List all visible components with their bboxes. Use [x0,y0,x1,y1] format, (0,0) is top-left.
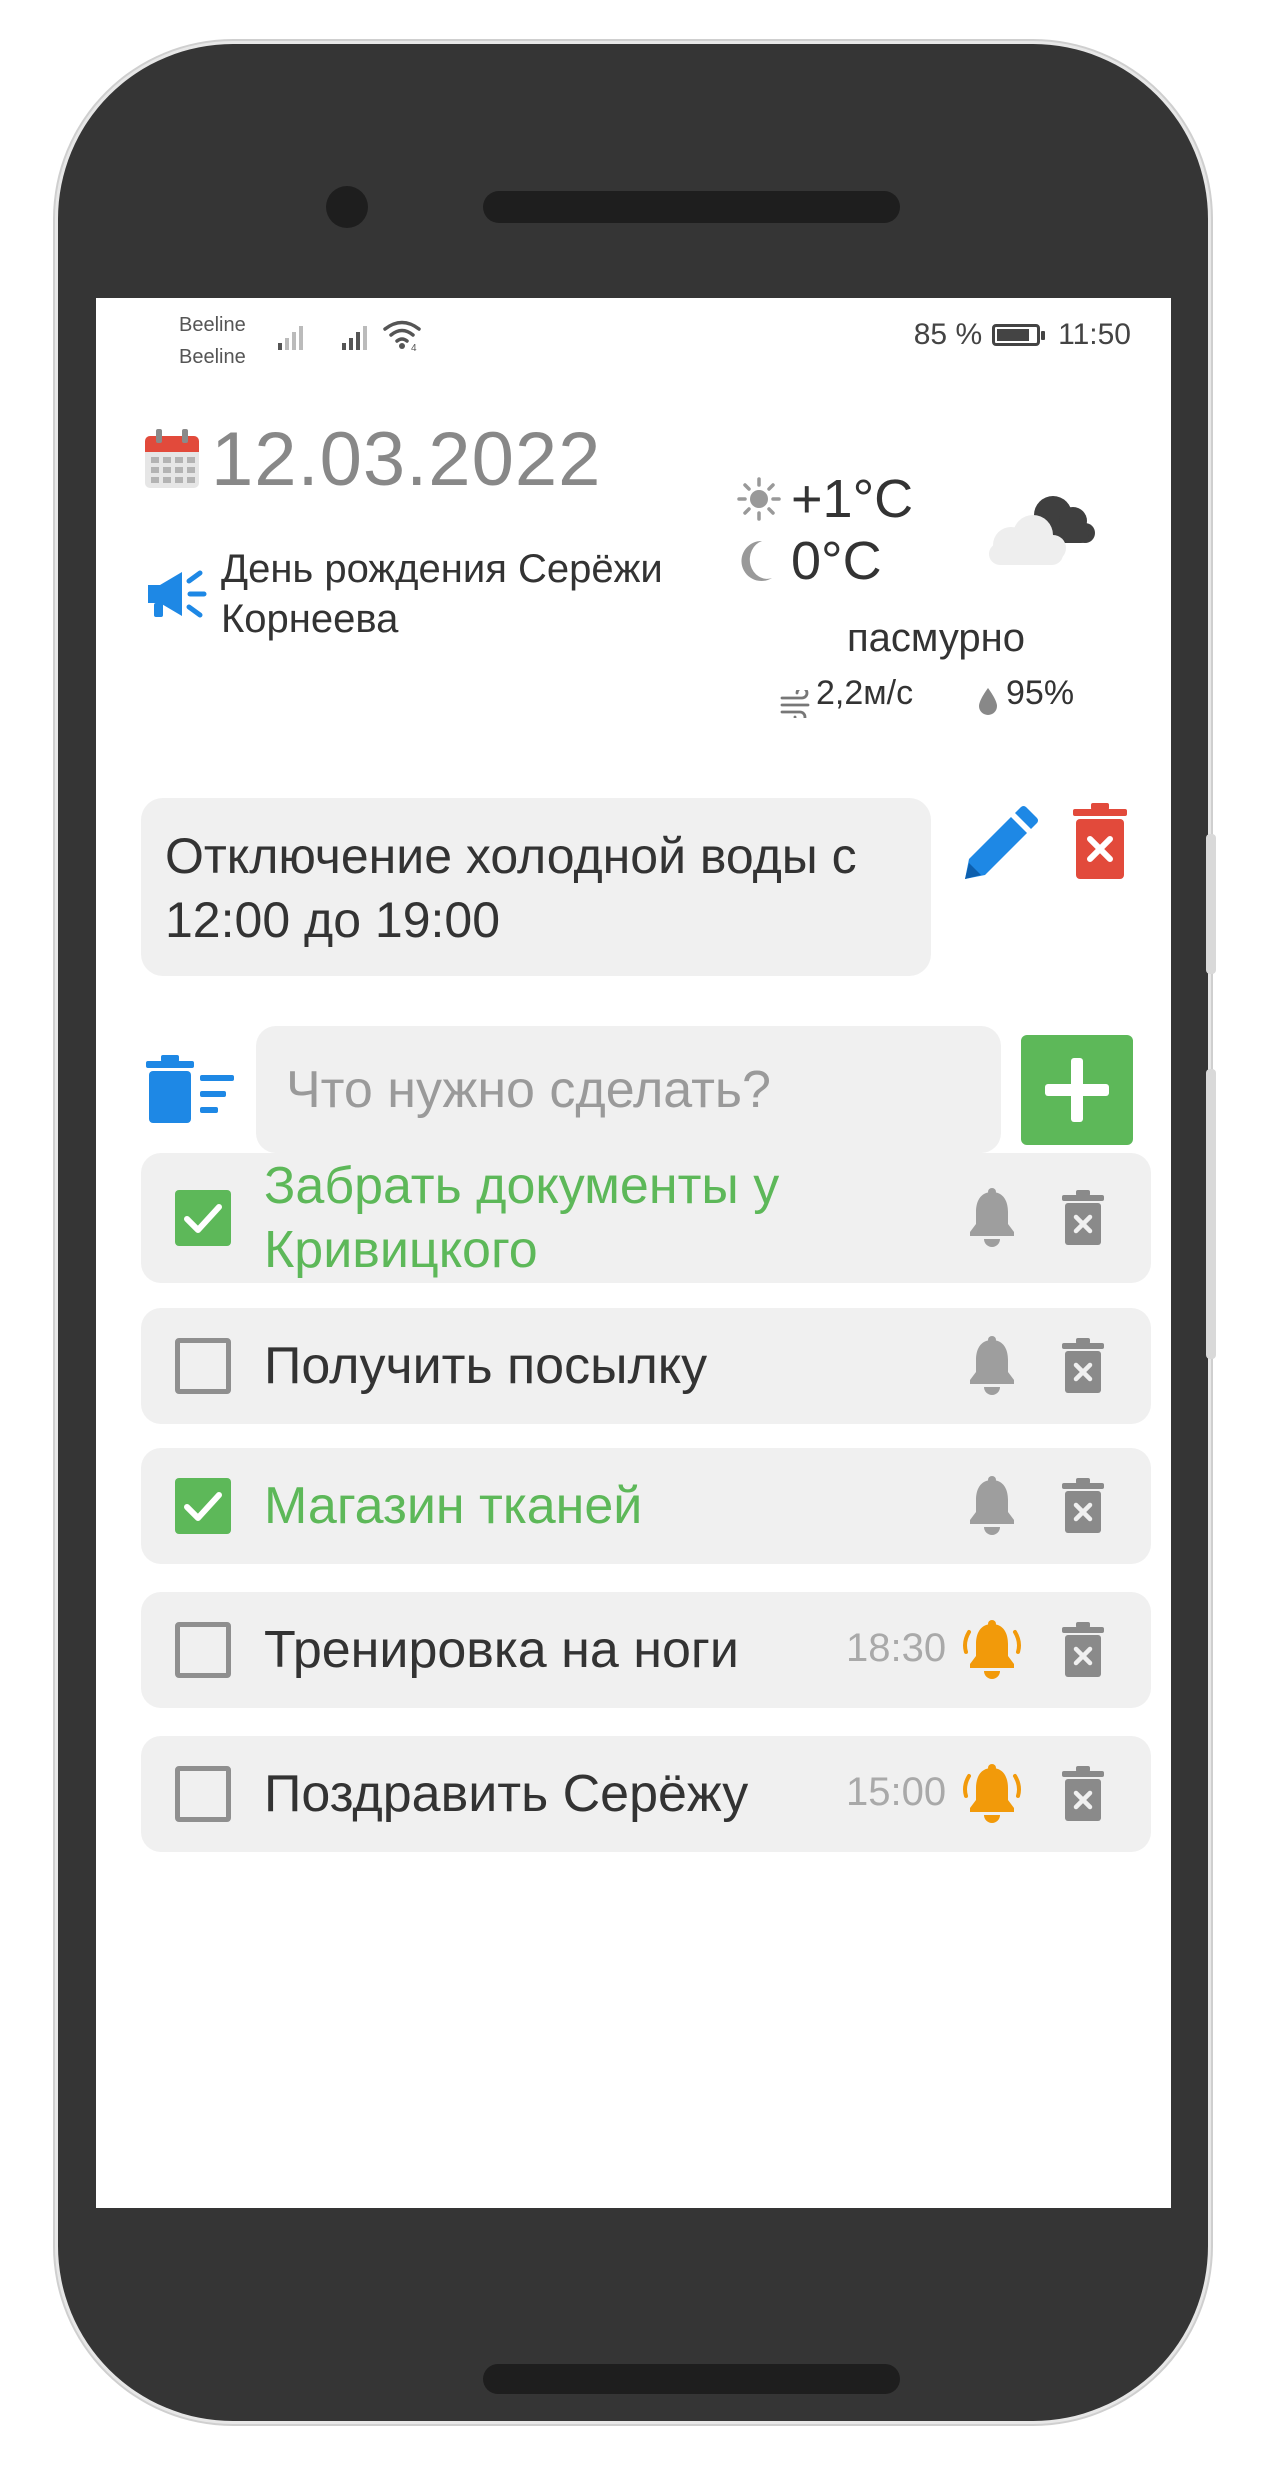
current-date: 12.03.2022 [211,417,602,502]
delete-task-icon[interactable] [1061,1190,1105,1251]
sun-icon [737,477,781,521]
delete-notice-icon[interactable] [1071,803,1129,881]
humidity-drop-icon [979,688,997,715]
signal-2-icon [342,326,367,350]
signal-1-icon [278,326,303,350]
new-task-input[interactable] [256,1026,1001,1153]
battery-icon [992,324,1046,346]
svg-text:4: 4 [411,343,417,352]
wifi-icon: 4 [383,320,421,352]
task-checkbox[interactable] [175,1622,231,1678]
moon-icon [741,540,772,581]
status-bar: Beeline Beeline 4 85 % 11:50 [96,298,1171,378]
earpiece-speaker [483,191,900,223]
night-temperature: 0°C [791,531,882,591]
task-label: Поздравить Серёжу [264,1765,749,1823]
task-label: Забрать документы у Кривицкого [264,1157,780,1279]
task-item[interactable]: Тренировка на ноги 18:30 [141,1592,1151,1708]
clear-list-icon[interactable] [144,1055,236,1125]
bottom-speaker [483,2364,900,2394]
app-screen: Beeline Beeline 4 85 % 11:50 12.03.2022 … [96,298,1171,2208]
task-label: Магазин тканей [264,1477,643,1535]
weather-widget: +1°C 0°C пасмурно 2,2м/с 95% [736,468,1156,718]
carrier-1-label: Beeline [179,314,246,336]
weather-condition: пасмурно [847,616,1025,660]
alarm-active-icon[interactable] [959,1762,1025,1831]
battery-percent: 85 % [913,318,983,351]
bell-icon[interactable] [966,1188,1018,1253]
task-checkbox[interactable] [175,1338,231,1394]
cloud-icon [989,496,1095,565]
humidity-value: 95% [1006,674,1075,712]
delete-task-icon[interactable] [1061,1766,1105,1827]
day-temperature: +1°C [791,469,914,529]
task-reminder-time: 15:00 [846,1770,947,1814]
task-item[interactable]: Магазин тканей [141,1448,1151,1564]
task-item[interactable]: Забрать документы у Кривицкого [141,1153,1151,1283]
notice-card: Отключение холодной воды с 12:00 до 19:0… [141,798,931,976]
clock: 11:50 [1058,318,1131,351]
carrier-names: Beeline Beeline [179,309,246,373]
wind-speed: 2,2м/с [816,674,914,712]
front-camera [326,186,368,228]
volume-button [1206,834,1216,974]
alarm-active-icon[interactable] [959,1618,1025,1687]
task-label: Тренировка на ноги [264,1621,739,1679]
add-task-button[interactable] [1021,1035,1133,1145]
edit-pencil-icon[interactable] [959,805,1039,885]
task-reminder-time: 18:30 [846,1626,947,1670]
delete-task-icon[interactable] [1061,1478,1105,1539]
megaphone-icon [148,570,207,618]
delete-task-icon[interactable] [1061,1622,1105,1683]
task-checkbox-checked[interactable] [175,1478,231,1534]
task-checkbox[interactable] [175,1766,231,1822]
bell-icon[interactable] [966,1476,1018,1541]
wind-icon [780,690,810,718]
power-button [1206,1069,1216,1359]
status-right: 85 % 11:50 [914,318,1131,352]
task-item[interactable]: Получить посылку [141,1308,1151,1424]
event-text: День рождения Серёжи Корнеева [221,547,663,641]
bell-icon[interactable] [966,1336,1018,1401]
task-label: Получить посылку [264,1337,708,1395]
task-item[interactable]: Поздравить Серёжу 15:00 [141,1736,1151,1852]
carrier-2-label: Beeline [179,346,246,368]
delete-task-icon[interactable] [1061,1338,1105,1399]
calendar-icon [145,429,199,488]
task-checkbox-checked[interactable] [175,1190,231,1246]
